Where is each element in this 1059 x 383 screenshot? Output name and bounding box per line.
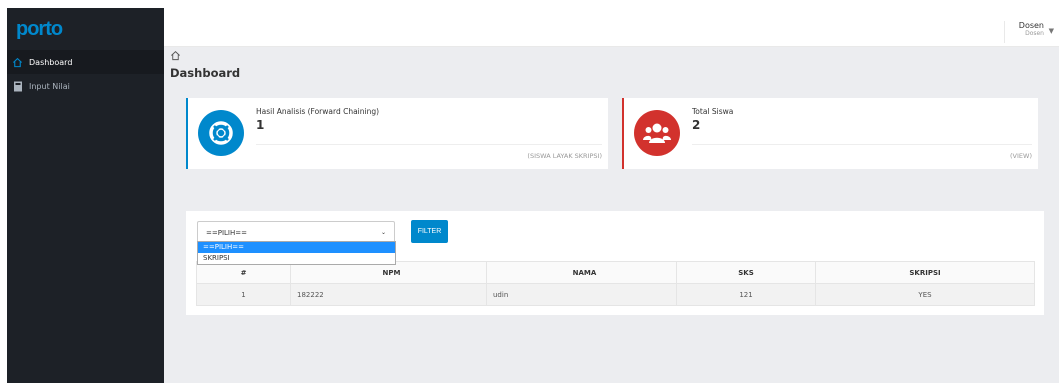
chevron-down-icon: ⌄ xyxy=(380,229,386,236)
table-cell: YES xyxy=(815,283,1035,306)
table-cell: 182222 xyxy=(290,283,487,306)
column-header[interactable]: SKRIPSI xyxy=(815,261,1035,284)
user-role: Dosen xyxy=(1025,30,1044,37)
lifebuoy-icon xyxy=(198,110,244,156)
home-icon xyxy=(12,57,23,68)
column-header[interactable]: SKS xyxy=(676,261,816,284)
top-bar xyxy=(0,0,1059,8)
total-siswa-card: Total Siswa 2 (VIEW) xyxy=(622,98,1038,169)
home-icon[interactable] xyxy=(170,50,181,61)
card-label: Hasil Analisis (Forward Chaining) xyxy=(256,107,380,116)
header: Dosen Dosen ▼ xyxy=(164,8,1059,47)
table-cell: udin xyxy=(486,283,677,306)
main-content: Dashboard Hasil Analisis (Forward Chaini… xyxy=(164,47,1059,383)
sidebar-item-label: Input Nilai xyxy=(29,81,70,91)
column-header[interactable]: NAMA xyxy=(486,261,677,284)
select-value: ==PILIH== xyxy=(206,229,247,237)
book-icon xyxy=(12,81,23,92)
card-footer-link[interactable]: (SISWA LAYAK SKRIPSI) xyxy=(256,144,602,160)
filter-panel: ==PILIH== ⌄ ==PILIH== SKRIPSI FILTER # N… xyxy=(186,211,1044,315)
page-header: Dashboard xyxy=(170,50,240,80)
filter-button[interactable]: FILTER xyxy=(411,220,448,243)
data-table: # NPM NAMA SKS SKRIPSI 1 182222 udin 121… xyxy=(196,261,1035,306)
user-menu[interactable]: Dosen Dosen ▼ xyxy=(1004,21,1054,43)
analysis-card: Hasil Analisis (Forward Chaining) 1 (SIS… xyxy=(186,98,608,169)
table-cell: 1 xyxy=(196,283,291,306)
user-name: Dosen xyxy=(1018,21,1044,30)
app-logo[interactable]: porto xyxy=(7,8,164,48)
filter-dropdown: ==PILIH== SKRIPSI xyxy=(197,241,396,265)
card-value: 2 xyxy=(692,118,701,132)
card-label: Total Siswa xyxy=(692,107,734,116)
sidebar-menu: Dashboard Input Nilai xyxy=(7,50,164,98)
page-title: Dashboard xyxy=(170,66,241,80)
card-footer-link[interactable]: (VIEW) xyxy=(692,144,1032,160)
dropdown-option[interactable]: SKRIPSI xyxy=(198,253,395,264)
table-cell: 121 xyxy=(676,283,816,306)
users-icon xyxy=(634,110,680,156)
dropdown-option[interactable]: ==PILIH== xyxy=(198,242,395,253)
table-row: 1 182222 udin 121 YES xyxy=(196,283,1035,306)
card-value: 1 xyxy=(256,118,265,132)
sidebar-item-input-nilai[interactable]: Input Nilai xyxy=(7,74,164,98)
sidebar-item-dashboard[interactable]: Dashboard xyxy=(7,50,164,74)
filter-select[interactable]: ==PILIH== ⌄ xyxy=(197,221,395,243)
sidebar-item-label: Dashboard xyxy=(29,57,73,67)
sidebar: porto Dashboard Input Nilai xyxy=(7,8,164,383)
chevron-down-icon: ▼ xyxy=(1048,27,1054,35)
